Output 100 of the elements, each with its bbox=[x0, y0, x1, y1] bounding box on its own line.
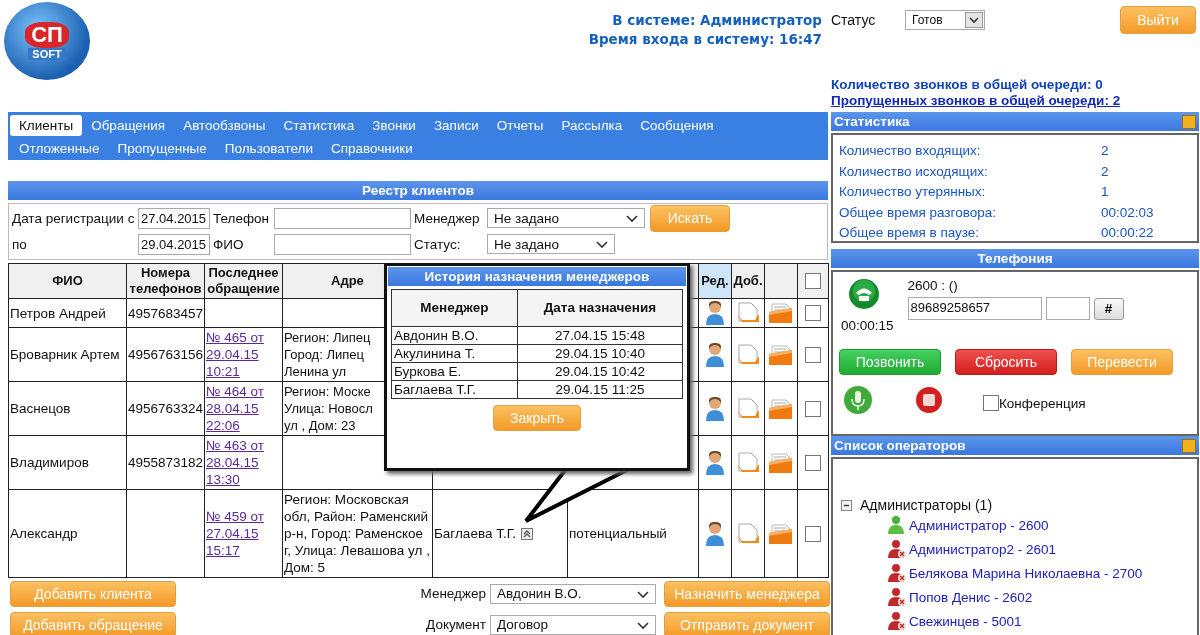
nav-tab[interactable]: Сообщения bbox=[631, 115, 723, 136]
row-checkbox[interactable] bbox=[805, 305, 821, 322]
document-select[interactable]: Договор bbox=[490, 614, 656, 635]
nav-tab[interactable]: Клиенты bbox=[10, 115, 83, 136]
table-cell: Васнецов bbox=[8, 381, 127, 436]
phone-number-field[interactable]: 89689258657 bbox=[907, 297, 1042, 320]
request-link[interactable]: № 464 от 28.04.15 22:06 bbox=[206, 383, 281, 434]
chevron-icon[interactable] bbox=[596, 241, 608, 249]
nav-tab[interactable]: Пропущенные bbox=[108, 138, 216, 159]
table-cell: Баглаева Т.Г. bbox=[391, 380, 518, 399]
operator-link[interactable]: Администратор - 2600 bbox=[909, 517, 1049, 533]
document-icon[interactable] bbox=[736, 302, 760, 324]
table-cell: Регион: Московская обл, Район: Раменский р-н, Город: Раменское г, Улица: Левашова ул , Дом: 5 bbox=[284, 491, 430, 576]
missed-calls-link[interactable]: Пропущенных звонков в общей очереди: 2 bbox=[831, 93, 1200, 109]
stat-label: Количество исходящих: bbox=[839, 162, 989, 181]
folder-icon[interactable] bbox=[768, 522, 794, 545]
stat-label: Количество утерянных: bbox=[839, 183, 987, 201]
row-checkbox[interactable] bbox=[805, 525, 821, 542]
date-field[interactable]: 27.04.2015 bbox=[138, 207, 210, 229]
date-field[interactable]: 29.04.2015 bbox=[138, 233, 210, 255]
manager-select[interactable]: Авдонин В.О. bbox=[490, 583, 656, 604]
phone-field[interactable] bbox=[274, 207, 411, 229]
tree-toggle-icon[interactable] bbox=[841, 499, 852, 511]
extension-field[interactable] bbox=[1045, 297, 1090, 320]
telephony-title: Телефония bbox=[831, 249, 1199, 268]
user-edit-icon[interactable] bbox=[705, 449, 725, 476]
folder-icon[interactable] bbox=[768, 343, 794, 366]
table-cell: Александр bbox=[8, 489, 127, 578]
table-cell: 4956763324 bbox=[128, 401, 204, 416]
status-select[interactable]: Не задано bbox=[487, 234, 615, 254]
nav-tab[interactable]: Отчеты bbox=[487, 115, 553, 136]
document-icon[interactable] bbox=[736, 397, 760, 420]
hash-button[interactable]: # bbox=[1093, 297, 1124, 320]
nav-tab[interactable]: Звонки bbox=[363, 115, 425, 136]
call-button[interactable]: Позвонить bbox=[839, 349, 941, 375]
chevron-icon[interactable] bbox=[626, 215, 638, 223]
nav-tab[interactable]: Пользователи bbox=[215, 138, 322, 159]
operator-link[interactable]: Свежинцев - 5001 bbox=[909, 613, 1022, 629]
table-cell: 4957683457 bbox=[128, 305, 204, 321]
table-cell: 27.04.15 15:48 bbox=[517, 326, 683, 345]
conference-checkbox[interactable] bbox=[983, 395, 999, 411]
column-header: Менеджер bbox=[391, 289, 518, 327]
row-checkbox[interactable] bbox=[805, 400, 821, 417]
operator-link[interactable]: Администратор2 - 2601 bbox=[909, 541, 1056, 557]
group-label[interactable]: Администраторы (1) bbox=[860, 497, 993, 513]
nav-tab[interactable]: Отложенные bbox=[10, 138, 109, 159]
request-link[interactable]: № 463 от 28.04.15 13:30 bbox=[206, 437, 281, 488]
nav-tab[interactable]: Статистика bbox=[274, 115, 364, 136]
status-select[interactable]: Готов bbox=[905, 10, 985, 30]
request-link[interactable]: № 465 от 29.04.15 10:21 bbox=[206, 329, 281, 380]
chevron-icon[interactable] bbox=[637, 621, 649, 630]
table-cell: Регион: Липец Город: Липец Ленина ул bbox=[284, 329, 371, 380]
field-label: Документ bbox=[425, 617, 486, 632]
name-field[interactable] bbox=[274, 233, 411, 255]
operator-link[interactable]: Попов Денис - 2602 bbox=[909, 589, 1033, 605]
collapse-icon[interactable] bbox=[1182, 114, 1196, 129]
table-cell: Регион: Моске Улица: Новосл ул , Дом: 23 bbox=[284, 383, 373, 434]
user-edit-icon[interactable] bbox=[705, 341, 725, 368]
select-all-checkbox[interactable] bbox=[805, 273, 821, 290]
manager-select[interactable]: Не задано bbox=[487, 208, 645, 228]
column-header: Дата назначения bbox=[517, 289, 683, 327]
nav-tab[interactable]: Записи bbox=[424, 115, 488, 136]
table-cell: Баглаева Т.Г. bbox=[434, 526, 517, 541]
conference-label: Конференция bbox=[999, 395, 1086, 411]
nav-tab[interactable]: Автообзвоны bbox=[174, 115, 275, 136]
nav-tab[interactable]: Обращения bbox=[82, 115, 175, 136]
table-cell: 4955873182 bbox=[128, 455, 204, 470]
folder-icon[interactable] bbox=[768, 451, 794, 474]
field-label: Менеджер bbox=[414, 210, 481, 226]
operator-link[interactable]: Белякова Марина Николаевна - 2700 bbox=[909, 565, 1143, 581]
popup-title: История назначения менеджеров bbox=[388, 267, 686, 286]
collapse-icon[interactable] bbox=[1182, 438, 1196, 453]
nav-tab[interactable]: Справочники bbox=[321, 138, 422, 159]
column-header: ФИО bbox=[8, 263, 127, 299]
stop-icon[interactable] bbox=[915, 386, 943, 414]
login-time: Время входа в систему: 16:47 bbox=[588, 30, 822, 49]
folder-icon[interactable] bbox=[768, 302, 794, 324]
folder-icon[interactable] bbox=[768, 397, 794, 420]
nav-tab[interactable]: Рассылка bbox=[552, 115, 632, 136]
stat-label: Количество входящих: bbox=[839, 142, 982, 160]
table-cell: Владимиров bbox=[8, 435, 127, 490]
row-checkbox[interactable] bbox=[805, 454, 821, 471]
reset-button[interactable]: Сбросить bbox=[955, 349, 1057, 375]
document-icon[interactable] bbox=[736, 522, 760, 545]
history-icon[interactable] bbox=[521, 527, 534, 540]
user-edit-icon[interactable] bbox=[705, 300, 725, 326]
table-cell: 29.04.15 10:42 bbox=[517, 362, 683, 381]
user-edit-icon[interactable] bbox=[705, 520, 725, 547]
field-label: по bbox=[12, 236, 28, 252]
table-cell: Акулинина Т. bbox=[391, 344, 518, 363]
stat-value: 00:02:03 bbox=[1101, 203, 1154, 222]
table-cell: 29.04.15 11:25 bbox=[517, 380, 683, 399]
document-icon[interactable] bbox=[736, 343, 760, 366]
row-checkbox[interactable] bbox=[805, 346, 821, 363]
microphone-icon[interactable] bbox=[843, 385, 873, 415]
chevron-icon[interactable] bbox=[637, 590, 649, 599]
document-icon[interactable] bbox=[736, 451, 760, 474]
column-header: Доб. bbox=[731, 263, 765, 299]
user-edit-icon[interactable] bbox=[705, 395, 725, 422]
phone-icon[interactable] bbox=[848, 278, 881, 310]
